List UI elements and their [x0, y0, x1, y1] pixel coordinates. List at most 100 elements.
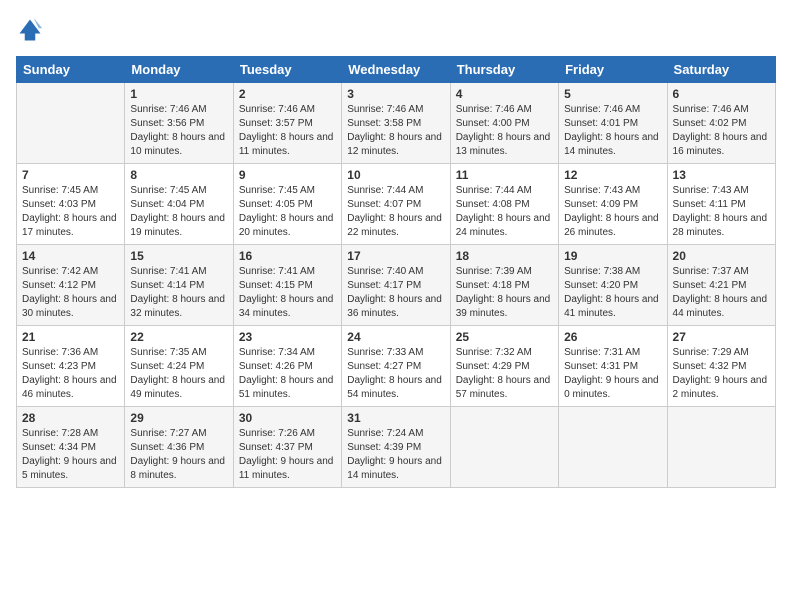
calendar-cell: 7 Sunrise: 7:45 AMSunset: 4:03 PMDaylight… [17, 164, 125, 245]
calendar-cell: 17 Sunrise: 7:40 AMSunset: 4:17 PMDayligh… [342, 245, 450, 326]
day-info: Sunrise: 7:29 AMSunset: 4:32 PMDaylight:… [673, 346, 770, 402]
day-info: Sunrise: 7:43 AMSunset: 4:11 PMDaylight:… [673, 184, 770, 240]
calendar-cell: 28Sunrise: 7:28 AMSunset: 4:34 PMDayligh… [17, 407, 125, 488]
calendar-cell: 20 Sunrise: 7:37 AMSunset: 4:21 PMDayligh… [667, 245, 775, 326]
day-info: Sunrise: 7:45 AMSunset: 4:05 PMDaylight:… [239, 184, 336, 240]
day-info: Sunrise: 7:41 AMSunset: 4:15 PMDaylight:… [239, 265, 336, 321]
calendar-week-row: 21 Sunrise: 7:36 AMSunset: 4:23 PMDayligh… [17, 326, 776, 407]
day-info: Sunrise: 7:38 AMSunset: 4:20 PMDaylight:… [564, 265, 661, 321]
day-number: 15 [130, 249, 227, 263]
calendar-cell: 11 Sunrise: 7:44 AMSunset: 4:08 PMDayligh… [450, 164, 558, 245]
day-info: Sunrise: 7:39 AMSunset: 4:18 PMDaylight:… [456, 265, 553, 321]
weekday-header-friday: Friday [559, 57, 667, 83]
calendar-cell: 4 Sunrise: 7:46 AMSunset: 4:00 PMDaylight… [450, 83, 558, 164]
weekday-header-saturday: Saturday [667, 57, 775, 83]
day-info: Sunrise: 7:45 AMSunset: 4:03 PMDaylight:… [22, 184, 119, 240]
day-number: 31 [347, 411, 444, 425]
day-info: Sunrise: 7:32 AMSunset: 4:29 PMDaylight:… [456, 346, 553, 402]
day-number: 22 [130, 330, 227, 344]
day-info: Sunrise: 7:41 AMSunset: 4:14 PMDaylight:… [130, 265, 227, 321]
calendar-cell: 25 Sunrise: 7:32 AMSunset: 4:29 PMDayligh… [450, 326, 558, 407]
calendar-cell: 10 Sunrise: 7:44 AMSunset: 4:07 PMDayligh… [342, 164, 450, 245]
calendar-cell: 31 Sunrise: 7:24 AMSunset: 4:39 PMDayligh… [342, 407, 450, 488]
calendar-cell: 21 Sunrise: 7:36 AMSunset: 4:23 PMDayligh… [17, 326, 125, 407]
calendar-cell: 30Sunrise: 7:26 AMSunset: 4:37 PMDayligh… [233, 407, 341, 488]
day-number: 12 [564, 168, 661, 182]
day-info: Sunrise: 7:40 AMSunset: 4:17 PMDaylight:… [347, 265, 444, 321]
day-number: 6 [673, 87, 770, 101]
calendar-table: SundayMondayTuesdayWednesdayThursdayFrid… [16, 56, 776, 488]
day-info: Sunrise: 7:46 AMSunset: 3:56 PMDaylight:… [130, 103, 227, 159]
calendar-cell: 9 Sunrise: 7:45 AMSunset: 4:05 PMDaylight… [233, 164, 341, 245]
day-number: 9 [239, 168, 336, 182]
day-info: Sunrise: 7:43 AMSunset: 4:09 PMDaylight:… [564, 184, 661, 240]
day-info: Sunrise: 7:31 AMSunset: 4:31 PMDaylight:… [564, 346, 661, 402]
day-number: 4 [456, 87, 553, 101]
day-number: 19 [564, 249, 661, 263]
calendar-cell: 27 Sunrise: 7:29 AMSunset: 4:32 PMDayligh… [667, 326, 775, 407]
day-number: 2 [239, 87, 336, 101]
day-info: Sunrise: 7:24 AMSunset: 4:39 PMDaylight:… [347, 427, 444, 483]
day-number: 3 [347, 87, 444, 101]
day-info: Sunrise: 7:46 AMSunset: 3:57 PMDaylight:… [239, 103, 336, 159]
day-number: 17 [347, 249, 444, 263]
calendar-week-row: 28Sunrise: 7:28 AMSunset: 4:34 PMDayligh… [17, 407, 776, 488]
calendar-cell: 5Sunrise: 7:46 AMSunset: 4:01 PMDaylight… [559, 83, 667, 164]
day-number: 28 [22, 411, 119, 425]
day-number: 14 [22, 249, 119, 263]
calendar-cell: 18 Sunrise: 7:39 AMSunset: 4:18 PMDayligh… [450, 245, 558, 326]
day-number: 25 [456, 330, 553, 344]
day-number: 21 [22, 330, 119, 344]
calendar-cell [667, 407, 775, 488]
calendar-cell: 2 Sunrise: 7:46 AMSunset: 3:57 PMDaylight… [233, 83, 341, 164]
weekday-header-thursday: Thursday [450, 57, 558, 83]
calendar-cell: 19 Sunrise: 7:38 AMSunset: 4:20 PMDayligh… [559, 245, 667, 326]
day-number: 18 [456, 249, 553, 263]
calendar-cell: 23Sunrise: 7:34 AMSunset: 4:26 PMDayligh… [233, 326, 341, 407]
calendar-cell: 3 Sunrise: 7:46 AMSunset: 3:58 PMDaylight… [342, 83, 450, 164]
day-number: 11 [456, 168, 553, 182]
day-info: Sunrise: 7:46 AMSunset: 4:01 PMDaylight:… [564, 103, 661, 159]
day-number: 8 [130, 168, 227, 182]
day-info: Sunrise: 7:46 AMSunset: 4:00 PMDaylight:… [456, 103, 553, 159]
day-number: 26 [564, 330, 661, 344]
calendar-week-row: 7 Sunrise: 7:45 AMSunset: 4:03 PMDaylight… [17, 164, 776, 245]
weekday-header-wednesday: Wednesday [342, 57, 450, 83]
calendar-cell: 14 Sunrise: 7:42 AMSunset: 4:12 PMDayligh… [17, 245, 125, 326]
calendar-cell: 24 Sunrise: 7:33 AMSunset: 4:27 PMDayligh… [342, 326, 450, 407]
day-info: Sunrise: 7:45 AMSunset: 4:04 PMDaylight:… [130, 184, 227, 240]
day-info: Sunrise: 7:37 AMSunset: 4:21 PMDaylight:… [673, 265, 770, 321]
calendar-cell: 15 Sunrise: 7:41 AMSunset: 4:14 PMDayligh… [125, 245, 233, 326]
calendar-cell [450, 407, 558, 488]
weekday-header-sunday: Sunday [17, 57, 125, 83]
logo [16, 16, 48, 44]
day-info: Sunrise: 7:46 AMSunset: 3:58 PMDaylight:… [347, 103, 444, 159]
calendar-cell: 6Sunrise: 7:46 AMSunset: 4:02 PMDaylight… [667, 83, 775, 164]
day-info: Sunrise: 7:33 AMSunset: 4:27 PMDaylight:… [347, 346, 444, 402]
calendar-cell: 26 Sunrise: 7:31 AMSunset: 4:31 PMDayligh… [559, 326, 667, 407]
day-info: Sunrise: 7:26 AMSunset: 4:37 PMDaylight:… [239, 427, 336, 483]
day-number: 27 [673, 330, 770, 344]
day-info: Sunrise: 7:44 AMSunset: 4:08 PMDaylight:… [456, 184, 553, 240]
day-number: 16 [239, 249, 336, 263]
day-info: Sunrise: 7:36 AMSunset: 4:23 PMDaylight:… [22, 346, 119, 402]
calendar-cell: 1 Sunrise: 7:46 AMSunset: 3:56 PMDaylight… [125, 83, 233, 164]
calendar-cell: 29Sunrise: 7:27 AMSunset: 4:36 PMDayligh… [125, 407, 233, 488]
calendar-week-row: 1 Sunrise: 7:46 AMSunset: 3:56 PMDaylight… [17, 83, 776, 164]
day-info: Sunrise: 7:44 AMSunset: 4:07 PMDaylight:… [347, 184, 444, 240]
day-number: 7 [22, 168, 119, 182]
day-number: 10 [347, 168, 444, 182]
calendar-cell: 16 Sunrise: 7:41 AMSunset: 4:15 PMDayligh… [233, 245, 341, 326]
day-info: Sunrise: 7:42 AMSunset: 4:12 PMDaylight:… [22, 265, 119, 321]
day-number: 24 [347, 330, 444, 344]
weekday-header-monday: Monday [125, 57, 233, 83]
calendar-cell [17, 83, 125, 164]
weekday-header-tuesday: Tuesday [233, 57, 341, 83]
calendar-cell: 12 Sunrise: 7:43 AMSunset: 4:09 PMDayligh… [559, 164, 667, 245]
calendar-cell: 22Sunrise: 7:35 AMSunset: 4:24 PMDayligh… [125, 326, 233, 407]
day-number: 20 [673, 249, 770, 263]
day-number: 1 [130, 87, 227, 101]
calendar-week-row: 14 Sunrise: 7:42 AMSunset: 4:12 PMDayligh… [17, 245, 776, 326]
calendar-cell: 13Sunrise: 7:43 AMSunset: 4:11 PMDayligh… [667, 164, 775, 245]
day-info: Sunrise: 7:34 AMSunset: 4:26 PMDaylight:… [239, 346, 336, 402]
